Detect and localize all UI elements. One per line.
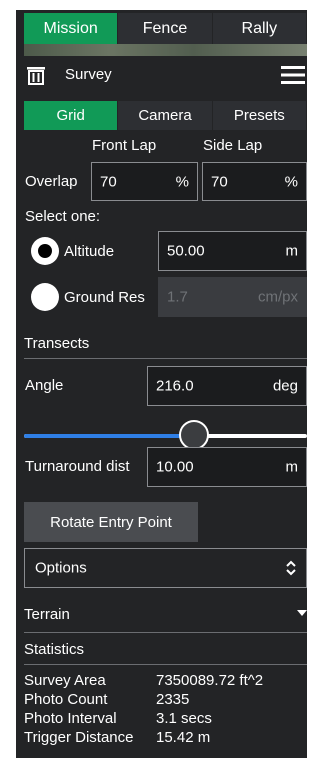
terrain-section-toggle[interactable]: Terrain (24, 598, 307, 630)
tab-rally[interactable]: Rally (212, 13, 306, 44)
side-lap-field[interactable]: 70 % (202, 162, 307, 201)
angle-field[interactable]: 216.0 deg (147, 366, 307, 406)
transects-divider (24, 358, 307, 359)
altitude-radio[interactable] (31, 237, 59, 265)
stat-value: 15.42 m (156, 729, 211, 746)
stat-label: Photo Interval (24, 710, 117, 727)
caret-down-icon (297, 610, 307, 616)
stat-value: 2335 (156, 691, 190, 708)
turnaround-field[interactable]: 10.00 m (147, 447, 307, 487)
survey-title: Survey (65, 66, 112, 83)
turnaround-label: Turnaround dist (25, 458, 130, 475)
stat-label: Survey Area (24, 672, 106, 689)
side-lap-value: 70 (211, 173, 228, 190)
statistics-divider (24, 664, 307, 665)
front-lap-label: Front Lap (92, 137, 157, 154)
altitude-unit: m (285, 242, 299, 260)
angle-value: 216.0 (156, 377, 194, 395)
stat-value: 3.1 secs (156, 710, 212, 727)
turnaround-unit: m (285, 458, 299, 476)
trash-icon[interactable] (26, 65, 46, 85)
tab-mission[interactable]: Mission (24, 13, 118, 44)
terrain-divider (24, 632, 307, 633)
tab-fence[interactable]: Fence (118, 13, 212, 44)
side-lap-unit: % (284, 173, 298, 190)
side-lap-label: Side Lap (203, 137, 263, 154)
tab-camera[interactable]: Camera (118, 101, 212, 130)
options-dropdown[interactable]: Options (24, 548, 307, 588)
ground-res-value: 1.7 (167, 288, 188, 306)
turnaround-value: 10.00 (156, 458, 194, 476)
angle-label: Angle (25, 377, 64, 394)
tab-presets[interactable]: Presets (212, 101, 306, 130)
tab-grid[interactable]: Grid (24, 101, 118, 130)
front-lap-unit: % (175, 173, 189, 190)
front-lap-field[interactable]: 70 % (91, 162, 198, 201)
ground-res-radio[interactable] (31, 283, 59, 311)
stat-label: Photo Count (24, 691, 108, 708)
transects-title: Transects (24, 335, 90, 352)
stat-value: 7350089.72 ft^2 (156, 672, 264, 689)
statistics-title: Statistics (24, 641, 85, 658)
ground-res-field: 1.7 cm/px (158, 277, 307, 317)
hamburger-menu-icon[interactable] (281, 65, 305, 85)
select-one-label: Select one: (25, 208, 101, 225)
options-value: Options (35, 559, 87, 577)
altitude-label: Altitude (64, 243, 115, 260)
stat-label: Trigger Distance (24, 729, 134, 746)
altitude-value: 50.00 (167, 242, 205, 260)
ground-res-label: Ground Res (64, 289, 145, 306)
up-down-chevron-icon (286, 560, 296, 576)
map-background (24, 44, 307, 56)
front-lap-value: 70 (100, 173, 117, 190)
survey-panel: Mission Fence Rally Survey Grid Camera P… (16, 10, 307, 758)
terrain-title: Terrain (24, 606, 70, 623)
altitude-field[interactable]: 50.00 m (158, 231, 307, 271)
rotate-entry-point-button[interactable]: Rotate Entry Point (24, 502, 198, 542)
ground-res-unit: cm/px (257, 288, 298, 306)
angle-unit: deg (272, 377, 298, 395)
overlap-label: Overlap (25, 173, 78, 190)
angle-slider-handle[interactable] (178, 420, 209, 450)
survey-section-tabs: Grid Camera Presets (24, 101, 307, 130)
survey-header: Survey (24, 56, 307, 96)
angle-slider-fill (24, 434, 194, 438)
angle-slider-track[interactable] (24, 434, 307, 438)
plan-type-tabs: Mission Fence Rally (24, 13, 307, 44)
